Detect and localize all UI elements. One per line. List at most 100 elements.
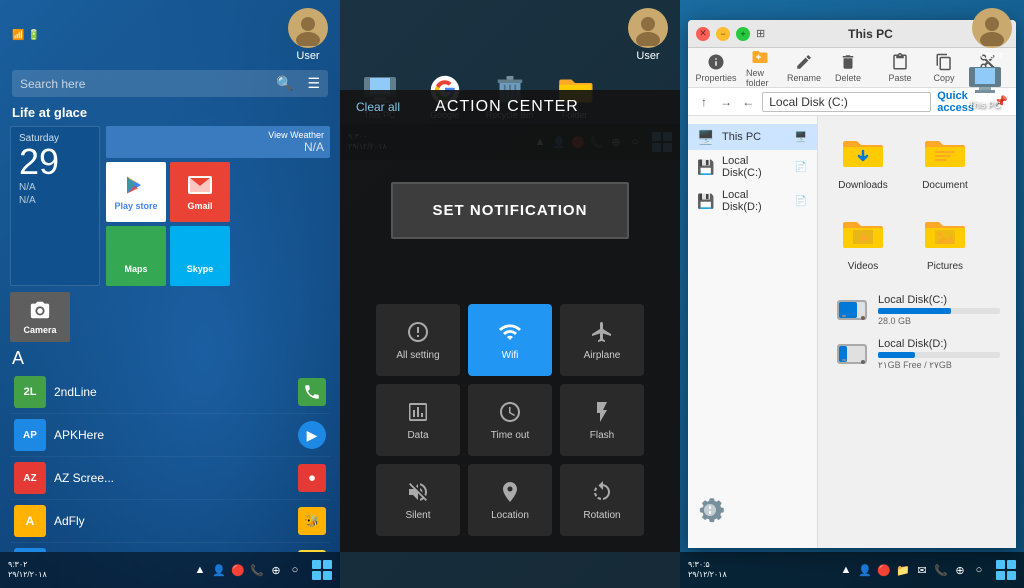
file-item-document[interactable]: Document	[910, 126, 980, 195]
sidebar-item-local-d[interactable]: 💾 Local Disk(D:) 📄	[688, 184, 817, 218]
p1-start-button[interactable]	[312, 560, 332, 580]
toggle-flash[interactable]: Flash	[560, 384, 644, 456]
toggle-silent[interactable]: Silent	[376, 464, 460, 536]
set-notification-button[interactable]: SET NOTIFICATION	[391, 182, 630, 239]
nav-forward-btn[interactable]: →	[718, 92, 734, 112]
app-name-adfly: AdFly	[54, 514, 290, 528]
desktop-this-pc[interactable]: This PC	[957, 60, 1012, 110]
toggle-all-setting[interactable]: All setting	[376, 304, 460, 376]
address-bar-input[interactable]	[762, 92, 931, 112]
p3-taskbar: ۹:۳۰:۵ ۲۹/۱۲/۲۰۱۸ ▲ 👤 🔴 📁 ✉ 📞 ⊕ ○	[680, 552, 1024, 588]
list-item-apkhere[interactable]: AP APKHere ▶	[10, 414, 330, 457]
window-maximize-btn[interactable]: +	[736, 27, 750, 41]
this-pc-icon	[965, 60, 1005, 100]
p1-search-bar[interactable]: Search here 🔍 ☰	[12, 70, 328, 97]
p3-tb-red-icon[interactable]: 🔴	[876, 562, 892, 578]
videos-label: Videos	[848, 261, 878, 272]
app-tiles-row2: Maps Skype	[106, 226, 330, 286]
disk-c-bar-wrap	[878, 308, 1000, 314]
list-item-azscreen[interactable]: AZ AZ Scree... ⏺	[10, 457, 330, 500]
disk-c-name: Local Disk(C:)	[878, 294, 1000, 306]
p1-avatar	[288, 8, 328, 48]
list-item-adfly[interactable]: A AdFly 🐝	[10, 500, 330, 543]
toggle-data[interactable]: Data	[376, 384, 460, 456]
p1-user-label: User	[296, 50, 319, 62]
file-item-pictures[interactable]: Pictures	[910, 207, 980, 276]
tile-maps[interactable]: Maps	[106, 226, 166, 286]
app-badge-2ndline	[298, 378, 326, 406]
p3-tb-user-icon[interactable]: 👤	[857, 562, 873, 578]
p1-tb-red-icon[interactable]: 🔴	[230, 562, 246, 578]
calendar-date: 29	[19, 144, 91, 180]
sidebar-item-local-c-label: Local Disk(C:)	[722, 155, 787, 179]
toggle-rotation[interactable]: Rotation	[560, 464, 644, 536]
p1-tb-ring-icon[interactable]: ○	[287, 562, 303, 578]
tile-gmail[interactable]: Gmail	[170, 162, 230, 222]
p1-tb-globe-icon[interactable]: ⊕	[268, 562, 284, 578]
p3-tb-globe-icon[interactable]: ⊕	[952, 562, 968, 578]
toolbar-properties[interactable]: Properties	[696, 50, 736, 86]
panel3-file-explorer: User This PC ✕ − + ⊞ This PC	[680, 0, 1024, 588]
p2-toggles: All setting Wifi Airplane	[340, 296, 680, 552]
p3-tb-folder-icon[interactable]: 📁	[895, 562, 911, 578]
toolbar-rename[interactable]: Rename	[784, 50, 824, 86]
app-icon-azscreen: AZ	[14, 462, 46, 494]
toggle-location[interactable]: Location	[468, 464, 552, 536]
app-icon-adfly: A	[14, 505, 46, 537]
this-pc-label: This PC	[968, 100, 1000, 110]
file-item-downloads[interactable]: Downloads	[828, 126, 898, 195]
p3-tb-ring-icon[interactable]: ○	[971, 562, 987, 578]
app-name-azscreen: AZ Scree...	[54, 471, 290, 485]
nav-up-btn[interactable]: ↑	[696, 92, 712, 112]
p3-gear-icon[interactable]	[692, 492, 728, 533]
toolbar-copy-label: Copy	[933, 73, 954, 83]
disk-item-d[interactable]: Local Disk(D:) ۲۱GB Free / ۲۷GB	[828, 332, 1006, 376]
toggle-wifi-label: Wifi	[502, 350, 519, 361]
p3-start-button[interactable]	[996, 560, 1016, 580]
p1-weather-apps: View Weather N/A Play store Gmail	[106, 126, 330, 286]
list-item-adsense[interactable]: Ad$ AdSense $	[10, 543, 330, 552]
window-minimize-btn[interactable]: −	[716, 27, 730, 41]
toggle-wifi[interactable]: Wifi	[468, 304, 552, 376]
p2-clear-all[interactable]: Clear all	[356, 100, 400, 114]
p3-taskbar-time: ۹:۳۰:۵ ۲۹/۱۲/۲۰۱۸	[688, 560, 727, 581]
disk-c-bar	[878, 308, 951, 314]
p1-user-area[interactable]: User	[288, 8, 328, 62]
downloads-label: Downloads	[838, 180, 887, 191]
p1-tb-phone-icon[interactable]: 📞	[249, 562, 265, 578]
panel1-content: 📶 🔋 User Search here	[0, 0, 340, 588]
sidebar-item-local-c[interactable]: 💾 Local Disk(C:) 📄	[688, 150, 817, 184]
tile-playstore-label: Play store	[114, 201, 157, 211]
sidebar-local-d-badge: 📄	[795, 196, 807, 207]
toolbar-new-folder[interactable]: New folder	[740, 45, 780, 91]
search-icon[interactable]: 🔍	[276, 75, 293, 92]
p3-tb-envelope-icon[interactable]: ✉	[914, 562, 930, 578]
file-item-videos[interactable]: Videos	[828, 207, 898, 276]
toggle-timeout[interactable]: Time out	[468, 384, 552, 456]
p2-user-area[interactable]: User	[628, 8, 668, 62]
toolbar-paste[interactable]: Paste	[880, 50, 920, 86]
sidebar-thispc-icon: 🖥️	[698, 129, 714, 145]
toggle-airplane[interactable]: Airplane	[560, 304, 644, 376]
tile-playstore[interactable]: Play store	[106, 162, 166, 222]
menu-icon[interactable]: ☰	[307, 75, 320, 92]
list-section-a: A	[10, 346, 330, 371]
window-close-btn[interactable]: ✕	[696, 27, 710, 41]
p3-tb-expand-icon[interactable]: ▲	[838, 562, 854, 578]
disk-item-c[interactable]: Local Disk(C:) 28.0 GB	[828, 288, 1006, 332]
p1-tb-user-icon[interactable]: 👤	[211, 562, 227, 578]
weather-tile[interactable]: View Weather N/A	[106, 126, 330, 158]
tile-camera[interactable]: Camera	[10, 292, 70, 342]
list-item-2ndline[interactable]: 2L 2ndLine	[10, 371, 330, 414]
calendar-tile[interactable]: Saturday 29 N/A N/A	[10, 126, 100, 286]
panel2-action-center: User This PC	[340, 0, 680, 588]
p1-tb-expand-icon[interactable]: ▲	[192, 562, 208, 578]
toggle-location-label: Location	[491, 510, 529, 521]
p2-action-center-overlay: Clear all ACTION CENTER SET NOTIFICATION…	[340, 90, 680, 552]
sidebar-item-thispc[interactable]: 🖥️ This PC 🖥️	[688, 124, 817, 150]
p3-tb-phone-icon[interactable]: 📞	[933, 562, 949, 578]
p3-user-area[interactable]: User	[972, 8, 1012, 62]
tile-skype[interactable]: Skype	[170, 226, 230, 286]
nav-back-btn[interactable]: ←	[740, 92, 756, 112]
toolbar-delete[interactable]: Delete	[828, 50, 868, 86]
